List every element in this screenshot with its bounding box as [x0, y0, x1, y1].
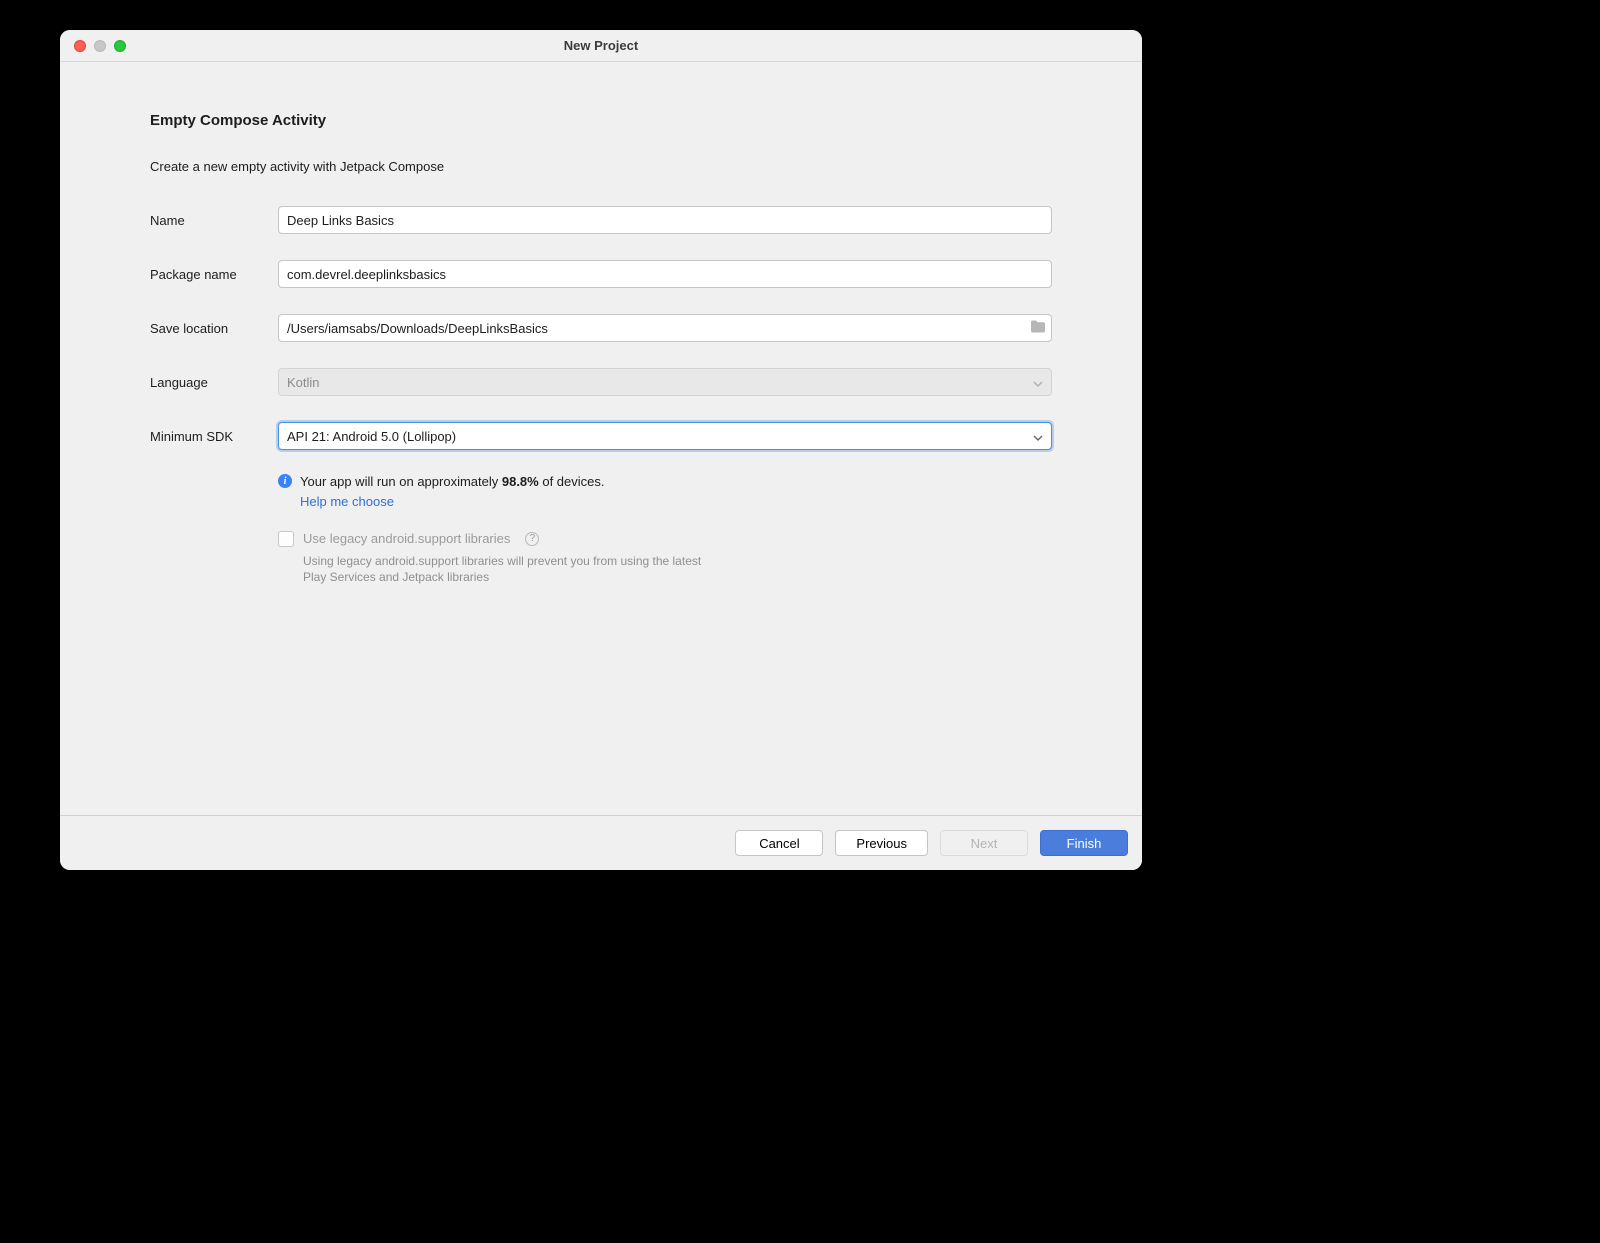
save-location-label: Save location [150, 321, 278, 336]
minimum-sdk-value: API 21: Android 5.0 (Lollipop) [287, 429, 456, 444]
chevron-down-icon [1033, 375, 1043, 390]
save-location-row: Save location [150, 314, 1052, 342]
page-subtitle: Create a new empty activity with Jetpack… [150, 159, 1052, 174]
previous-button[interactable]: Previous [835, 830, 928, 856]
help-me-choose-link[interactable]: Help me choose [300, 494, 394, 509]
new-project-dialog: New Project Empty Compose Activity Creat… [60, 30, 1142, 870]
minimum-sdk-row: Minimum SDK API 21: Android 5.0 (Lollipo… [150, 422, 1052, 450]
minimum-sdk-select[interactable]: API 21: Android 5.0 (Lollipop) [278, 422, 1052, 450]
language-row: Language Kotlin [150, 368, 1052, 396]
name-label: Name [150, 213, 278, 228]
package-name-input[interactable] [278, 260, 1052, 288]
dialog-content: Empty Compose Activity Create a new empt… [60, 62, 1142, 815]
page-title: Empty Compose Activity [150, 112, 1052, 129]
language-select: Kotlin [278, 368, 1052, 396]
legacy-support-label: Use legacy android.support libraries [303, 531, 510, 546]
minimize-window-button [94, 40, 106, 52]
close-window-button[interactable] [74, 40, 86, 52]
package-name-label: Package name [150, 267, 278, 282]
language-value: Kotlin [287, 375, 320, 390]
legacy-block: Use legacy android.support libraries ? U… [278, 531, 1052, 587]
coverage-pct: 98.8% [502, 474, 539, 489]
legacy-support-checkbox [278, 531, 294, 547]
save-location-input[interactable] [278, 314, 1052, 342]
sdk-coverage-text: i Your app will run on approximately 98.… [278, 472, 1052, 492]
next-button: Next [940, 830, 1028, 856]
window-title: New Project [60, 38, 1142, 53]
chevron-down-icon [1033, 429, 1043, 444]
sdk-info-block: i Your app will run on approximately 98.… [278, 472, 1052, 509]
minimum-sdk-label: Minimum SDK [150, 429, 278, 444]
cancel-button[interactable]: Cancel [735, 830, 823, 856]
help-icon[interactable]: ? [525, 532, 539, 546]
name-row: Name [150, 206, 1052, 234]
info-icon: i [278, 474, 292, 488]
maximize-window-button[interactable] [114, 40, 126, 52]
dialog-footer: Cancel Previous Next Finish [60, 815, 1142, 870]
name-input[interactable] [278, 206, 1052, 234]
legacy-support-note: Using legacy android.support libraries w… [303, 553, 723, 587]
window-controls [74, 40, 126, 52]
package-name-row: Package name [150, 260, 1052, 288]
language-label: Language [150, 375, 278, 390]
finish-button[interactable]: Finish [1040, 830, 1128, 856]
titlebar: New Project [60, 30, 1142, 62]
